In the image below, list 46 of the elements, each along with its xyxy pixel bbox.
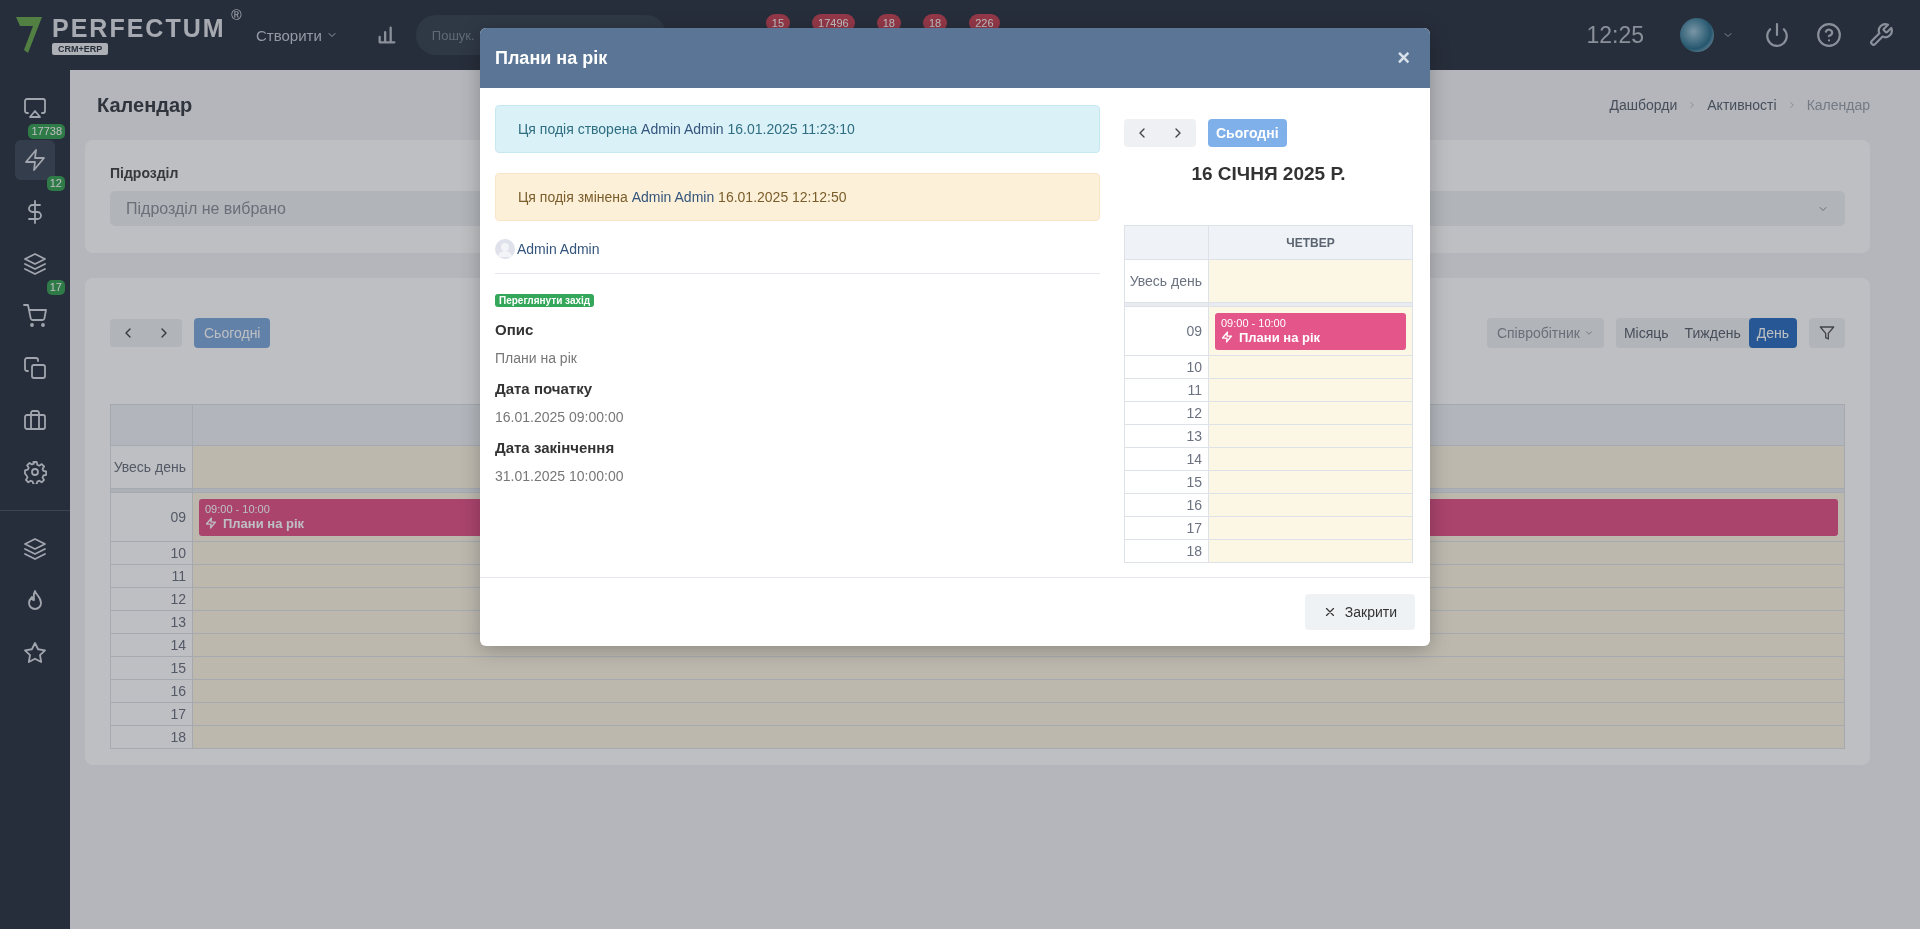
page-title: Календар	[97, 93, 193, 117]
hour-label: 15	[110, 656, 193, 680]
logo-wordmark: PERFECTUM	[52, 15, 226, 41]
event-time: 09:00 - 10:00	[205, 502, 270, 515]
event-title: Плани на рік	[223, 515, 305, 531]
count-badge: 12	[46, 176, 65, 191]
hour-label: 14	[1124, 447, 1209, 471]
hour-label: 17	[1124, 516, 1209, 540]
field-label: Опис	[495, 321, 535, 338]
count-badge: 17	[46, 280, 65, 295]
hour-label: 13	[1124, 424, 1209, 448]
calendar-date-title: 16 СІЧНЯ 2025 Р.	[1190, 163, 1347, 185]
field-label: Дата закінчення	[495, 439, 616, 456]
logo-tagline: CRM+ERP	[52, 43, 109, 55]
notice-text: Ця подія створена Admin Admin 16.01.2025 11:23:10	[518, 121, 855, 137]
field-label: Дата початку	[495, 380, 593, 397]
hour-label: 12	[1124, 401, 1209, 425]
hour-label: 18	[110, 725, 193, 749]
all-day-label: Увесь день	[1124, 259, 1209, 303]
hour-label: 14	[110, 633, 193, 657]
hour-label: 09	[1124, 306, 1209, 356]
clock-time: 12:25	[1586, 21, 1644, 49]
registered-mark: ®	[231, 7, 242, 23]
notice-text: Ця подія змінена Admin Admin 16.01.2025 12:12:50	[518, 189, 847, 205]
day-column-header: ЧЕТВЕР	[1208, 225, 1413, 260]
hour-label: 18	[1124, 539, 1209, 563]
event-title: Плани на рік	[1239, 329, 1321, 345]
hour-label: 13	[110, 610, 193, 634]
event-time: 09:00 - 10:00	[1221, 316, 1286, 329]
department-label: Підрозділ	[110, 165, 179, 181]
hour-label: 11	[110, 564, 193, 588]
field-value: Плани на рік	[495, 350, 578, 366]
hour-label: 16	[110, 679, 193, 703]
hour-label: 09	[110, 492, 193, 542]
hour-label: 17	[110, 702, 193, 726]
hour-label: 12	[110, 587, 193, 611]
hour-label: 10	[1124, 355, 1209, 379]
field-value: 16.01.2025 09:00:00	[495, 409, 625, 425]
count-badge: 17738	[28, 124, 65, 139]
hour-label: 10	[110, 541, 193, 565]
field-value: 31.01.2025 10:00:00	[495, 468, 625, 484]
hour-label: 11	[1124, 378, 1209, 402]
hour-label: 16	[1124, 493, 1209, 517]
hour-label: 15	[1124, 470, 1209, 494]
dialog-title: Плани на рік	[495, 47, 608, 69]
all-day-label: Увесь день	[110, 445, 193, 489]
